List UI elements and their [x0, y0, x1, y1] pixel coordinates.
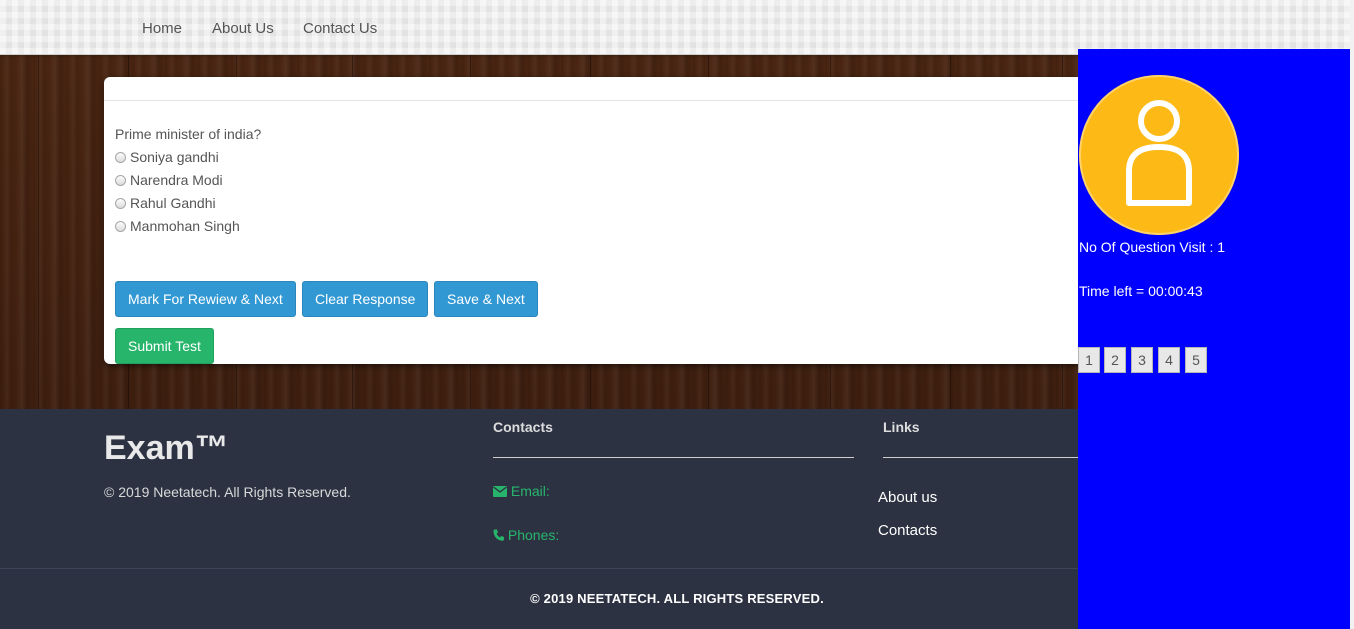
option-label: Manmohan Singh [130, 218, 240, 234]
phones-item: Phones: [493, 527, 559, 543]
option-4[interactable]: Manmohan Singh [115, 218, 240, 234]
time-left: Time left = 00:00:43 [1079, 283, 1203, 299]
radio-button[interactable] [115, 220, 126, 232]
user-avatar [1079, 75, 1239, 235]
nav-contact-us-link[interactable]: Contact Us [303, 20, 377, 37]
save-next-button[interactable]: Save & Next [434, 281, 538, 317]
question-number-button[interactable]: 3 [1131, 347, 1153, 373]
nav-home-link[interactable]: Home [142, 20, 182, 37]
mark-review-next-button[interactable]: Mark For Rewiew & Next [115, 281, 296, 317]
radio-button[interactable] [115, 197, 126, 209]
option-label: Narendra Modi [130, 172, 223, 188]
question-number-button[interactable]: 5 [1185, 347, 1207, 373]
option-label: Soniya gandhi [130, 149, 219, 165]
question-number-button[interactable]: 2 [1104, 347, 1126, 373]
footer-link-about-us[interactable]: About us [878, 489, 937, 506]
email-item: Email: [493, 483, 550, 499]
links-divider [883, 457, 1078, 458]
envelope-icon [493, 486, 507, 497]
option-1[interactable]: Soniya gandhi [115, 149, 219, 165]
contacts-heading: Contacts [493, 419, 553, 435]
panel-header-divider [104, 100, 1104, 101]
phones-label: Phones: [507, 527, 560, 543]
question-visit-count: No Of Question Visit : 1 [1079, 239, 1226, 255]
question-text: Prime minister of india? [115, 126, 262, 142]
question-number-button[interactable]: 1 [1078, 347, 1100, 373]
links-heading: Links [883, 419, 920, 435]
clear-response-button[interactable]: Clear Response [302, 281, 429, 317]
radio-button[interactable] [115, 174, 126, 186]
option-3[interactable]: Rahul Gandhi [115, 195, 216, 211]
option-2[interactable]: Narendra Modi [115, 172, 223, 188]
phone-icon [493, 529, 504, 541]
radio-button[interactable] [115, 151, 126, 163]
user-avatar-icon [1126, 100, 1192, 206]
contacts-divider [493, 457, 854, 458]
footer-brand: Exam™ [104, 429, 229, 467]
option-label: Rahul Gandhi [130, 195, 216, 211]
question-panel: Prime minister of india? Soniya gandhi N… [104, 77, 1104, 364]
submit-test-button[interactable]: Submit Test [115, 328, 214, 364]
footer-copyright-small: © 2019 Neetatech. All Rights Reserved. [104, 484, 351, 500]
exam-status-sidebar: No Of Question Visit : 1 Time left = 00:… [1078, 49, 1350, 629]
email-label: Email: [510, 483, 550, 499]
window-scrollbar[interactable] [1350, 0, 1354, 629]
question-number-button[interactable]: 4 [1158, 347, 1180, 373]
nav-about-us-link[interactable]: About Us [212, 20, 274, 37]
footer-link-contacts[interactable]: Contacts [878, 522, 937, 539]
top-navbar: Home About Us Contact Us [0, 0, 1354, 55]
